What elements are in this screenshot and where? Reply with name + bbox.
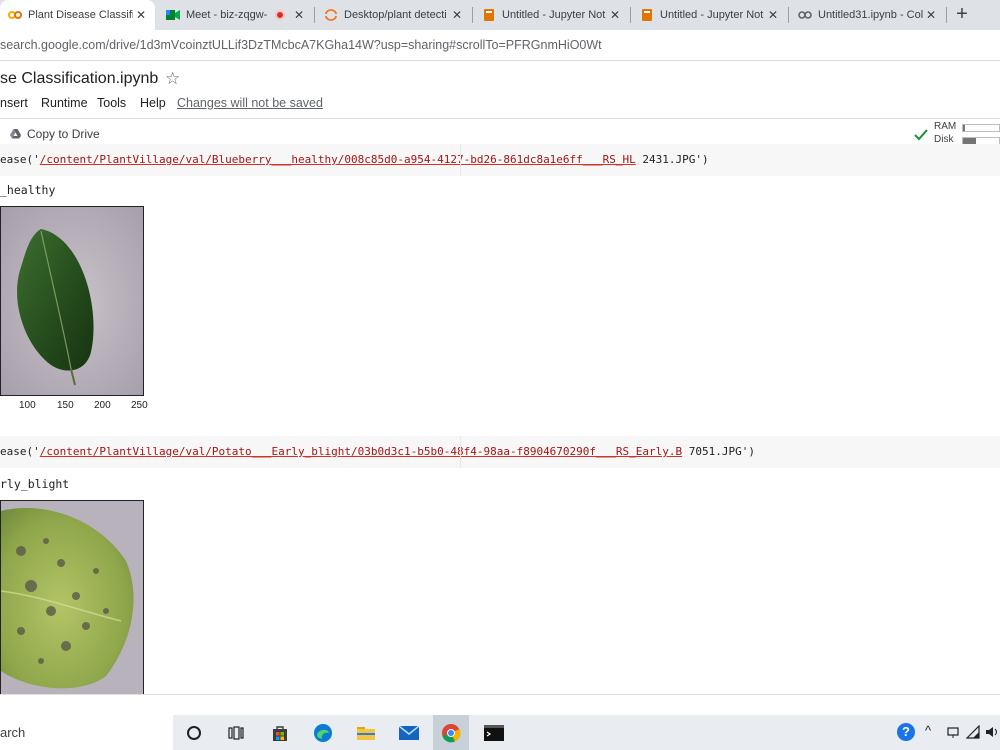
tab-separator — [788, 7, 789, 23]
blueberry-leaf-image — [0, 206, 144, 396]
code-line[interactable]: ease('/content/PlantVillage/val/Potato__… — [0, 445, 755, 458]
menu-help[interactable]: Help — [140, 96, 166, 110]
code-cell[interactable]: ease('/content/PlantVillage/val/Blueberr… — [0, 144, 1000, 176]
tab-title: Untitled31.ipynb - Col — [818, 9, 923, 21]
copy-to-drive-label: Copy to Drive — [27, 127, 100, 141]
code-text: ease(' — [0, 445, 40, 458]
wifi-icon[interactable] — [965, 724, 980, 744]
volume-icon[interactable] — [985, 725, 999, 744]
code-string: /content/PlantVillage/val/Blueberry___he… — [39, 153, 636, 166]
file-explorer-icon[interactable] — [348, 715, 384, 750]
help-icon[interactable]: ? — [897, 723, 915, 741]
cell-divider — [460, 436, 461, 468]
tab-title: Plant Disease Classific — [28, 9, 133, 21]
chrome-icon[interactable] — [433, 715, 469, 750]
notebook-title[interactable]: se Classification.ipynb — [0, 70, 158, 88]
tab-separator — [314, 7, 315, 23]
tab-title: Untitled - Jupyter Not — [502, 9, 606, 21]
cortana-icon[interactable] — [176, 715, 212, 750]
output-label: _healthy — [0, 183, 56, 197]
menu-tools[interactable]: Tools — [97, 96, 126, 110]
code-text: ease(' — [0, 153, 40, 166]
url-text[interactable]: search.google.com/drive/1d3mVcoinztULLif… — [0, 38, 602, 52]
copy-to-drive-button[interactable]: Copy to Drive — [10, 127, 100, 141]
new-tab-button[interactable]: + — [952, 4, 972, 24]
close-tab-icon[interactable]: ✕ — [449, 8, 465, 22]
notebook-icon — [640, 8, 654, 22]
tab-meet[interactable]: Meet - biz-zqgw- ✕ — [158, 0, 313, 30]
code-cell[interactable]: ease('/content/PlantVillage/val/Potato__… — [0, 436, 1000, 468]
output-label: rly_blight — [0, 477, 70, 491]
star-icon[interactable]: ☆ — [165, 69, 180, 89]
close-tab-icon[interactable]: ✕ — [291, 8, 307, 22]
tab-separator — [472, 7, 473, 23]
code-text: 7051.JPG') — [682, 445, 755, 458]
task-view-icon[interactable] — [218, 715, 254, 750]
mail-icon[interactable] — [391, 715, 427, 750]
changes-not-saved-link[interactable]: Changes will not be saved — [177, 96, 323, 110]
close-tab-icon[interactable]: ✕ — [133, 8, 149, 22]
edge-icon[interactable] — [305, 715, 341, 750]
taskbar-search-box[interactable]: arch — [0, 715, 173, 750]
x-tick-label: 150 — [57, 400, 74, 411]
tab-plant-disease-classification[interactable]: Plant Disease Classific ✕ — [0, 0, 155, 30]
status-divider — [0, 694, 1000, 695]
colab-icon — [8, 8, 22, 22]
tab-title: Desktop/plant detecti — [344, 9, 447, 21]
notebook-icon — [482, 8, 496, 22]
tab-separator — [630, 7, 631, 23]
windows-taskbar: arch ? ^ — [0, 715, 1000, 750]
ram-usage-fill — [963, 125, 965, 131]
close-tab-icon[interactable]: ✕ — [765, 8, 781, 22]
terminal-icon[interactable] — [476, 715, 512, 750]
potato-leaf-image — [0, 500, 144, 694]
tab-separator — [946, 7, 947, 23]
ram-label: RAM — [934, 121, 957, 132]
colab-icon — [798, 8, 812, 22]
address-bar[interactable]: search.google.com/drive/1d3mVcoinztULLif… — [0, 30, 1000, 61]
search-text: arch — [0, 725, 26, 740]
code-line[interactable]: ease('/content/PlantVillage/val/Blueberr… — [0, 153, 709, 166]
network-icon[interactable] — [946, 726, 960, 744]
menu-runtime[interactable]: Runtime — [41, 96, 88, 110]
store-icon[interactable] — [262, 715, 298, 750]
close-tab-icon[interactable]: ✕ — [607, 8, 623, 22]
browser-tab-strip: Plant Disease Classific ✕ Meet - biz-zqg… — [0, 0, 1000, 30]
tab-jupyter-notebook-2[interactable]: Untitled - Jupyter Not ✕ — [632, 0, 787, 30]
tab-jupyter-notebook-1[interactable]: Untitled - Jupyter Not ✕ — [474, 0, 629, 30]
meet-icon — [166, 8, 180, 22]
code-text: 2431.JPG') — [635, 153, 709, 166]
tab-title: Untitled - Jupyter Not — [660, 9, 764, 21]
cell-divider — [460, 144, 461, 176]
code-string: /content/PlantVillage/val/Potato___Early… — [39, 445, 683, 458]
x-tick-label: 250 — [131, 400, 148, 411]
tab-untitled31[interactable]: Untitled31.ipynb - Col ✕ — [790, 0, 945, 30]
tab-title: Meet - biz-zqgw- — [186, 9, 268, 21]
menu-insert[interactable]: nsert — [0, 96, 28, 110]
tab-jupyter-desktop[interactable]: Desktop/plant detecti ✕ — [316, 0, 471, 30]
recording-icon — [275, 10, 285, 20]
close-tab-icon[interactable]: ✕ — [923, 8, 939, 22]
drive-icon — [10, 129, 21, 139]
x-tick-label: 100 — [19, 400, 36, 411]
chevron-up-icon[interactable]: ^ — [925, 723, 931, 738]
jupyter-icon — [324, 8, 338, 22]
x-tick-label: 200 — [94, 400, 111, 411]
ram-usage-bar[interactable] — [962, 124, 1000, 132]
